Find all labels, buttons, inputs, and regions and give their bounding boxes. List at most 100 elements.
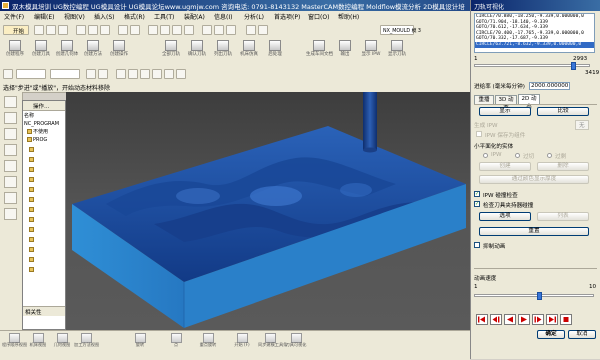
rotate-icon[interactable]: [172, 25, 182, 35]
shaded-icon[interactable]: [202, 25, 212, 35]
isometric-icon[interactable]: [226, 25, 236, 35]
delete-button[interactable]: 删除: [537, 162, 589, 171]
shop-doc-button[interactable]: 生成车间文档: [306, 40, 333, 64]
tab-3d-dynamic[interactable]: 3D 动态: [495, 95, 517, 111]
tab-2d-dynamic[interactable]: 2D 动态: [518, 94, 540, 110]
create-method-button[interactable]: 创建方法: [80, 40, 106, 64]
options-button[interactable]: 选项: [479, 212, 531, 221]
pan-icon[interactable]: [184, 25, 194, 35]
nav-operation[interactable]: [29, 257, 35, 264]
output-button[interactable]: 输出: [332, 40, 358, 64]
create-geometry-button[interactable]: 创建几何体: [54, 40, 80, 64]
tool-visual-button[interactable]: 刀具可视化: [284, 332, 308, 358]
radio-ipw[interactable]: [483, 153, 488, 158]
create-operation-button[interactable]: 创建操作: [106, 40, 132, 64]
sync-modeling-button[interactable]: 同步建模工具条: [258, 332, 287, 358]
nav-operation[interactable]: [29, 207, 35, 214]
menu-view[interactable]: 视图(V): [64, 12, 85, 21]
suppress-animation-checkbox[interactable]: [474, 242, 480, 248]
compare-button[interactable]: 比较: [537, 107, 589, 116]
nav-operation[interactable]: [29, 167, 35, 174]
menu-file[interactable]: 文件(F): [4, 12, 24, 21]
create-tool-button[interactable]: 创建刀具: [28, 40, 54, 64]
start-button[interactable]: 开始: [3, 25, 29, 35]
tab-replay[interactable]: 重播: [474, 95, 494, 104]
list-toolpath-button[interactable]: 列出刀轨: [210, 40, 236, 64]
copy-icon[interactable]: [88, 25, 98, 35]
machine-tool-icon[interactable]: [4, 144, 17, 156]
save-ipw-checkbox[interactable]: [476, 131, 482, 137]
new-icon[interactable]: [34, 25, 44, 35]
start-f-button[interactable]: 开始 (F): [230, 332, 254, 358]
history-icon[interactable]: [4, 176, 17, 188]
method-view-button[interactable]: 加工方法视图: [74, 332, 99, 358]
reuse-library-icon[interactable]: [4, 160, 17, 172]
create-program-button[interactable]: 创建程序: [2, 40, 28, 64]
radio-remain[interactable]: [547, 153, 552, 158]
nav-operation[interactable]: [29, 177, 35, 184]
menu-insert[interactable]: 插入(S): [94, 12, 115, 21]
cancel-button[interactable]: 取消: [568, 330, 596, 339]
menu-assembly[interactable]: 装配(A): [184, 12, 205, 21]
graphics-viewport[interactable]: [66, 92, 470, 330]
open-icon[interactable]: [46, 25, 56, 35]
reset-button[interactable]: 重置: [479, 227, 589, 236]
machine-simulation-button[interactable]: 机床仿真: [236, 40, 262, 64]
snap-point-icon[interactable]: [152, 69, 162, 79]
roles-icon[interactable]: [4, 208, 17, 220]
ipw-dropdown[interactable]: 无: [575, 120, 589, 130]
menu-info[interactable]: 信息(I): [214, 12, 232, 21]
dependency-panel-header[interactable]: 相关性: [23, 306, 65, 316]
menu-format[interactable]: 格式(R): [124, 12, 145, 21]
nav-operation[interactable]: [29, 227, 35, 234]
wireframe-icon[interactable]: [214, 25, 224, 35]
speed-slider-track[interactable]: [474, 294, 594, 297]
part-navigator-icon[interactable]: [4, 112, 17, 124]
menu-preferences[interactable]: 首选项(P): [274, 12, 300, 21]
ok-button[interactable]: 确定: [537, 330, 565, 339]
snap-midpoint-icon[interactable]: [128, 69, 138, 79]
speed-slider-thumb[interactable]: [537, 292, 543, 300]
part-window-tab[interactable]: NX_MOULD 模 3: [380, 25, 421, 35]
thickness-color-button[interactable]: 通过颜色显示厚度: [479, 175, 589, 184]
go-to-end-button[interactable]: [546, 314, 558, 325]
nav-unused[interactable]: 不使用: [27, 129, 48, 136]
snap-center-icon[interactable]: [140, 69, 150, 79]
fit-icon[interactable]: [148, 25, 158, 35]
menu-help[interactable]: 帮助(H): [338, 12, 359, 21]
radio-overcut[interactable]: [515, 153, 520, 158]
rotate-button[interactable]: 旋转: [128, 332, 152, 358]
nav-operation[interactable]: [29, 157, 35, 164]
verify-toolpath-button[interactable]: 确认刀轨: [184, 40, 210, 64]
create-button[interactable]: 创建: [479, 162, 531, 171]
feedrate-field[interactable]: 2000.000000: [529, 82, 571, 90]
navigator-column-name[interactable]: 名称: [24, 113, 34, 120]
display-button[interactable]: 显示: [479, 107, 531, 116]
machine-view-button[interactable]: 机床视图: [26, 332, 50, 358]
menu-edit[interactable]: 编辑(E): [34, 12, 54, 21]
cut-icon[interactable]: [76, 25, 86, 35]
generate-toolpath-button[interactable]: 全部刀轨: [158, 40, 184, 64]
step-back-button[interactable]: [490, 314, 502, 325]
cl-line[interactable]: CIRCLE/63.721,-8.632,-9.339,0.000000,0: [475, 41, 594, 48]
nav-operation[interactable]: [29, 217, 35, 224]
menu-window[interactable]: 窗口(O): [308, 12, 329, 21]
layer-icon[interactable]: [246, 25, 256, 35]
assembly-navigator-icon[interactable]: [4, 96, 17, 108]
nav-operation[interactable]: [29, 247, 35, 254]
geometry-view-button[interactable]: 几何视图: [50, 332, 74, 358]
nav-operation[interactable]: [29, 187, 35, 194]
nav-operation[interactable]: [29, 197, 35, 204]
redo-icon[interactable]: [130, 25, 140, 35]
show-ipw-button[interactable]: 显示 IPW: [358, 40, 384, 64]
menu-analysis[interactable]: 分析(L): [244, 12, 264, 21]
snap-endpoint-icon[interactable]: [116, 69, 126, 79]
holder-collision-checkbox[interactable]: ✓: [474, 201, 480, 207]
nav-nc-program[interactable]: NC_PROGRAM: [24, 121, 59, 128]
list-button[interactable]: 列表: [537, 212, 589, 221]
filter-dropdown[interactable]: [16, 69, 46, 79]
show-hide-icon[interactable]: [258, 25, 268, 35]
point-button[interactable]: 点: [164, 332, 188, 358]
go-to-start-button[interactable]: [476, 314, 488, 325]
system-materials-icon[interactable]: [4, 192, 17, 204]
